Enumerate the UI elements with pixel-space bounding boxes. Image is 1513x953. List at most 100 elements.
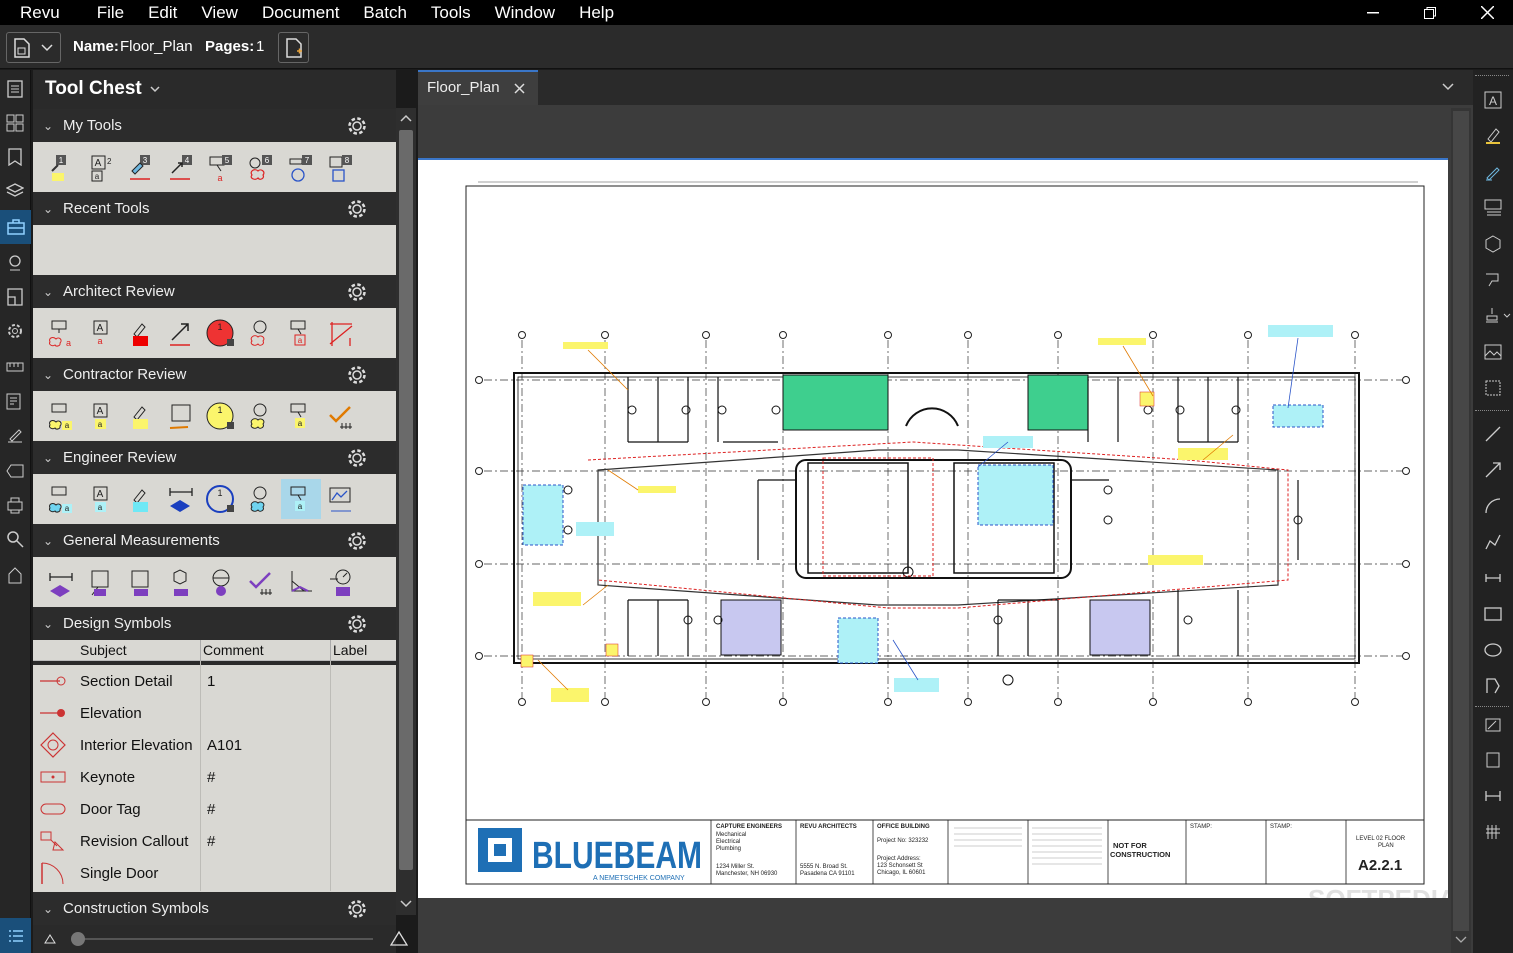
- callout-tool[interactable]: [1481, 196, 1505, 220]
- section-architect-review[interactable]: ⌄ Architect Review: [33, 275, 396, 308]
- thumbnails-tab[interactable]: [4, 78, 26, 100]
- polyline-tool[interactable]: [1481, 530, 1505, 554]
- tool-cloud[interactable]: [241, 396, 281, 436]
- menu-batch[interactable]: Batch: [351, 0, 418, 25]
- section-engineer-review[interactable]: ⌄ Engineer Review: [33, 441, 396, 474]
- tool-cloud[interactable]: [241, 479, 281, 519]
- tool-cloud-callout[interactable]: a: [41, 479, 81, 519]
- tab-floor-plan[interactable]: Floor_Plan: [418, 70, 538, 105]
- table-row[interactable]: Keynote #: [33, 761, 396, 793]
- studio-tab[interactable]: [4, 494, 26, 516]
- tool-highlighter[interactable]: [121, 479, 161, 519]
- table-row[interactable]: Elevation: [33, 697, 396, 729]
- gear-icon[interactable]: [346, 115, 368, 137]
- line-tool[interactable]: [1481, 422, 1505, 446]
- flag-tool[interactable]: [1481, 674, 1505, 698]
- tool-arrow[interactable]: [161, 313, 201, 353]
- minimize-button[interactable]: [1348, 0, 1398, 25]
- menu-edit[interactable]: Edit: [136, 0, 189, 25]
- tool-highlighter[interactable]: [121, 396, 161, 436]
- size-slider-thumb[interactable]: [71, 932, 85, 946]
- polygon-tool[interactable]: [1481, 232, 1505, 256]
- document-menu-button[interactable]: [6, 32, 61, 63]
- tool-text-box[interactable]: A2a: [81, 148, 121, 188]
- tool-chest-header[interactable]: Tool Chest: [33, 70, 396, 108]
- table-row[interactable]: Section Detail 1: [33, 665, 396, 697]
- gear-icon[interactable]: [346, 613, 368, 635]
- measure-perimeter-tool[interactable]: [1481, 712, 1505, 736]
- scroll-thumb[interactable]: [399, 130, 413, 870]
- table-row[interactable]: Revision Callout #: [33, 825, 396, 857]
- tool-rectangle[interactable]: 8: [321, 148, 361, 188]
- measure-count-tool[interactable]: [1481, 820, 1505, 844]
- gear-icon[interactable]: [346, 898, 368, 920]
- table-row[interactable]: Door Tag #: [33, 793, 396, 825]
- document-scrollbar[interactable]: [1451, 108, 1471, 953]
- tool-cloud-callout[interactable]: a: [41, 396, 81, 436]
- text-box-tool[interactable]: A: [1481, 88, 1505, 112]
- close-icon[interactable]: [514, 83, 525, 94]
- properties-tab[interactable]: [4, 320, 26, 342]
- menu-document[interactable]: Document: [250, 0, 351, 25]
- gear-icon[interactable]: [346, 364, 368, 386]
- tool-pen[interactable]: 3: [121, 148, 161, 188]
- menu-help[interactable]: Help: [567, 0, 626, 25]
- col-label[interactable]: Label: [333, 642, 367, 658]
- tool-chest-tab[interactable]: [0, 210, 31, 244]
- panel-scrollbar[interactable]: [396, 108, 416, 915]
- ellipse-tool[interactable]: [1481, 638, 1505, 662]
- tool-polyline[interactable]: [321, 479, 361, 519]
- section-recent-tools[interactable]: ⌄ Recent Tools: [33, 192, 396, 225]
- scroll-down-icon[interactable]: [400, 900, 412, 908]
- tool-measure-volume[interactable]: [161, 562, 201, 602]
- tool-arrow[interactable]: 4: [161, 148, 201, 188]
- tool-dimension[interactable]: [321, 313, 361, 353]
- snapshot-tool[interactable]: [1481, 376, 1505, 400]
- menu-view[interactable]: View: [189, 0, 250, 25]
- tool-length[interactable]: [161, 479, 201, 519]
- tool-measure-count[interactable]: [241, 562, 281, 602]
- restore-button[interactable]: [1405, 0, 1455, 25]
- tool-count[interactable]: 1: [201, 479, 241, 519]
- arrow-tool[interactable]: [1481, 458, 1505, 482]
- add-page-button[interactable]: [278, 32, 309, 63]
- measurements-tab[interactable]: [4, 356, 26, 378]
- tool-highlighter[interactable]: [121, 313, 161, 353]
- tool-count[interactable]: 1: [201, 396, 241, 436]
- tool-callout[interactable]: a: [281, 479, 321, 519]
- tool-check[interactable]: [321, 396, 361, 436]
- menu-tools[interactable]: Tools: [419, 0, 483, 25]
- search-tab[interactable]: [4, 528, 26, 550]
- arrow-callout-tool[interactable]: [1481, 268, 1505, 292]
- tool-measure-radius[interactable]: [201, 562, 241, 602]
- markups-tab[interactable]: [4, 390, 26, 412]
- tool-count[interactable]: 1: [201, 313, 241, 353]
- places-tab[interactable]: [4, 252, 26, 274]
- rectangle-tool[interactable]: [1481, 602, 1505, 626]
- table-row[interactable]: Single Door: [33, 857, 396, 889]
- tool-area[interactable]: [161, 396, 201, 436]
- pen-tool[interactable]: [1481, 160, 1505, 184]
- large-triangle-icon[interactable]: [390, 930, 408, 946]
- tool-text[interactable]: Aa: [81, 313, 121, 353]
- small-triangle-icon[interactable]: [44, 933, 56, 945]
- menu-window[interactable]: Window: [483, 0, 567, 25]
- drawing-page[interactable]: BLUEBEAM A NEMETSCHEK COMPANY CAPTURE EN…: [418, 160, 1448, 898]
- scroll-down-icon[interactable]: [1455, 936, 1467, 944]
- layers-tab[interactable]: [4, 180, 26, 202]
- highlight-tool[interactable]: [1481, 124, 1505, 148]
- section-my-tools[interactable]: ⌄ My Tools: [33, 109, 396, 142]
- gear-icon[interactable]: [346, 198, 368, 220]
- close-window-button[interactable]: [1462, 0, 1512, 25]
- measure-length-tool[interactable]: [1481, 784, 1505, 808]
- stamp-tool[interactable]: [1481, 304, 1513, 328]
- spaces-tab[interactable]: [4, 286, 26, 308]
- section-contractor-review[interactable]: ⌄ Contractor Review: [33, 358, 396, 391]
- image-tool[interactable]: [1481, 340, 1505, 364]
- menu-revu[interactable]: Revu: [0, 0, 85, 25]
- tool-measure-angle[interactable]: [281, 562, 321, 602]
- list-view-tab[interactable]: [0, 918, 31, 953]
- size-slider-track[interactable]: [73, 938, 373, 940]
- grid-tab[interactable]: [4, 112, 26, 134]
- tool-callout[interactable]: a: [281, 396, 321, 436]
